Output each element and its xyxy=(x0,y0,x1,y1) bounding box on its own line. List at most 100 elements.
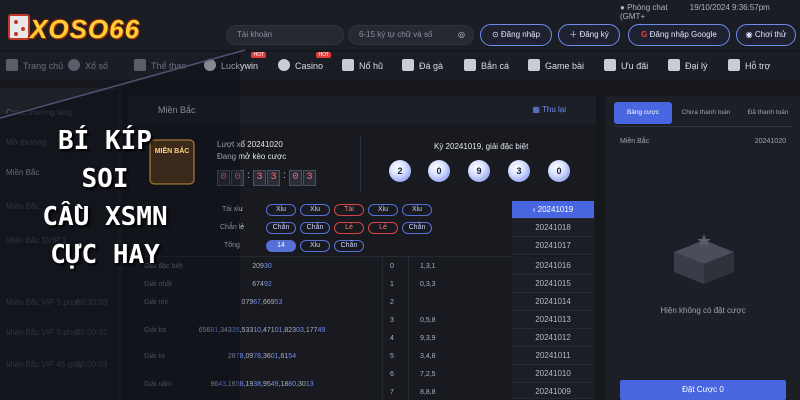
tab-unpaid[interactable]: Chưa thanh toán xyxy=(674,102,738,124)
panel-header: Miền Bắc ▦ Thu lại xyxy=(128,96,596,124)
nav-promotions[interactable]: Ưu đãi xyxy=(604,59,648,71)
prize-value: 2878,0978,3601,6154 xyxy=(227,353,297,360)
date-item[interactable]: 20241016 xyxy=(512,257,594,275)
lottery-icon xyxy=(68,59,80,71)
result-ball: 0 xyxy=(548,160,570,182)
date-item[interactable]: 20241014 xyxy=(512,293,594,311)
head-index: 0 xyxy=(390,263,394,270)
countdown-label: Đang mở kèo cược xyxy=(217,152,287,161)
fish-icon xyxy=(464,59,476,71)
chat-link[interactable]: ● Phòng chat xyxy=(620,3,678,12)
sidebar-time: 00:00:32 xyxy=(76,328,108,337)
countdown-digit: 0 xyxy=(231,170,244,186)
logo[interactable]: XOSO66 xyxy=(6,10,158,48)
nav-label: Bắn cá xyxy=(481,61,510,71)
eye-icon[interactable]: ◎ xyxy=(458,26,465,44)
login-button[interactable]: ⊙ Đăng nhập xyxy=(480,24,552,46)
tail-numbers: 8,8,8 xyxy=(420,389,436,396)
sidebar-item[interactable]: Miền Bắc VIP 45 giây xyxy=(6,360,82,369)
table-divider xyxy=(382,257,383,400)
head-index: 3 xyxy=(390,317,394,324)
nav-label: Đại lý xyxy=(685,61,708,71)
promo-line: CẦU XSMN xyxy=(42,202,168,232)
result-pill: Xỉu xyxy=(300,240,330,252)
date-item[interactable]: 20241010 xyxy=(512,365,594,383)
nav-cards[interactable]: Game bài xyxy=(528,59,584,71)
nav-lottery[interactable]: Xổ số xyxy=(68,59,108,71)
tail-numbers: 7,2,5 xyxy=(420,371,436,378)
sidebar-item[interactable]: Cược thường lang xyxy=(6,108,72,117)
support-icon xyxy=(728,59,740,71)
google-icon: G xyxy=(641,30,648,39)
nav-label: Luckywin xyxy=(221,61,259,71)
bet-panel: Bảng cược Chưa thanh toán Đã thanh toán … xyxy=(606,96,800,400)
sidebar-time: 00:30:03 xyxy=(76,298,108,307)
row-label: Tổng xyxy=(224,242,240,249)
nav-label: Casino xyxy=(295,61,324,71)
tail-numbers: 3,4,8 xyxy=(420,353,436,360)
tail-numbers: 0,5,8 xyxy=(420,317,436,324)
password-input[interactable]: 6-15 ký tự chữ và số ◎ xyxy=(348,25,474,45)
promo-title: BÍ KÍP SOI CẦU XSMN CỰC HAY xyxy=(30,122,180,274)
slots-icon xyxy=(342,59,354,71)
date-item[interactable]: 20241012 xyxy=(512,329,594,347)
result-pill: Lẻ xyxy=(334,222,364,234)
result-pill: Chẵn xyxy=(334,240,364,252)
bet-region: Miền Bắc xyxy=(620,138,650,145)
hot-badge: HOT xyxy=(316,52,332,58)
sidebar-item[interactable]: Miền Bắc VIP 5 phút xyxy=(6,328,79,337)
row-label: Chẵn lẻ xyxy=(220,224,245,231)
place-bet-button[interactable]: Đặt Cược 0 xyxy=(620,380,786,400)
head-index: 4 xyxy=(390,335,394,342)
nav-label: Xổ số xyxy=(85,61,109,71)
google-login-button[interactable]: G Đăng nhập Google xyxy=(628,24,730,46)
result-pill: Tài xyxy=(334,204,364,216)
date-item[interactable]: 20241009 xyxy=(512,383,594,399)
username-input[interactable]: Tài khoản xyxy=(226,25,344,45)
tab-bets[interactable]: Bảng cược xyxy=(614,102,672,124)
date-item[interactable]: ‹ 20241019 xyxy=(512,201,594,219)
nav-sports[interactable]: Thể thao xyxy=(134,59,187,71)
result-pill: Chẵn xyxy=(266,222,296,234)
date-item[interactable]: 20241015 xyxy=(512,275,594,293)
prize-value: 9643,1658,1938,9549,1880,3013 xyxy=(210,381,314,388)
table-divider xyxy=(408,257,409,400)
row-label: Tài xỉu xyxy=(222,206,243,213)
date-item[interactable]: 20241017 xyxy=(512,237,594,255)
countdown-digit: 0 xyxy=(217,170,230,186)
home-icon xyxy=(6,59,18,71)
date-item[interactable]: 20241011 xyxy=(512,347,594,365)
dice-icon xyxy=(8,14,30,40)
nav-support[interactable]: Hỗ trợ xyxy=(728,59,770,71)
google-label: Đăng nhập Google xyxy=(649,30,717,39)
nav-agent[interactable]: Đại lý xyxy=(668,59,708,71)
register-button[interactable]: ＋ Đăng ký xyxy=(558,24,620,46)
nav-home[interactable]: Trang chủ xyxy=(6,59,63,71)
empty-box-icon xyxy=(674,234,734,284)
nav-fishing[interactable]: Bắn cá xyxy=(464,59,509,71)
tail-numbers: 9,3,9 xyxy=(420,335,436,342)
nav-slots[interactable]: Nổ hũ xyxy=(342,59,383,71)
nav-luckywin[interactable]: Luckywin HOT xyxy=(204,52,267,71)
collapse-label: Thu lại xyxy=(541,105,566,114)
tab-paid[interactable]: Đã thanh toán xyxy=(738,102,798,124)
collapse-button[interactable]: ▦ Thu lại xyxy=(532,105,566,114)
result-ball: 9 xyxy=(468,160,490,182)
datetime: 19/10/2024 9:36:57pm xyxy=(689,3,770,12)
prize-value: 65681,34335,53310,47101,82303,17749 xyxy=(198,327,326,334)
rooster-icon xyxy=(402,59,414,71)
nav-cockfight[interactable]: Đá gà xyxy=(402,59,443,71)
date-item[interactable]: 20241018 xyxy=(512,219,594,237)
result-pill: 14 xyxy=(266,240,296,252)
date-item[interactable]: 20241013 xyxy=(512,311,594,329)
trial-button[interactable]: ◉ Chơi thử xyxy=(736,24,796,46)
nav-label: Trang chủ xyxy=(23,61,64,71)
chat-label: Phòng chat xyxy=(627,3,668,12)
bet-date: 20241020 xyxy=(754,138,786,145)
result-label: Kỳ 20241019, giải đặc biệt xyxy=(434,142,529,151)
nav-casino[interactable]: Casino HOT xyxy=(278,52,332,71)
divider xyxy=(360,136,361,192)
tail-numbers: 1,3,1 xyxy=(420,263,436,270)
nav-label: Game bài xyxy=(545,61,585,71)
sidebar-item[interactable]: Miền Bắc VIP 3 phút xyxy=(6,298,79,307)
